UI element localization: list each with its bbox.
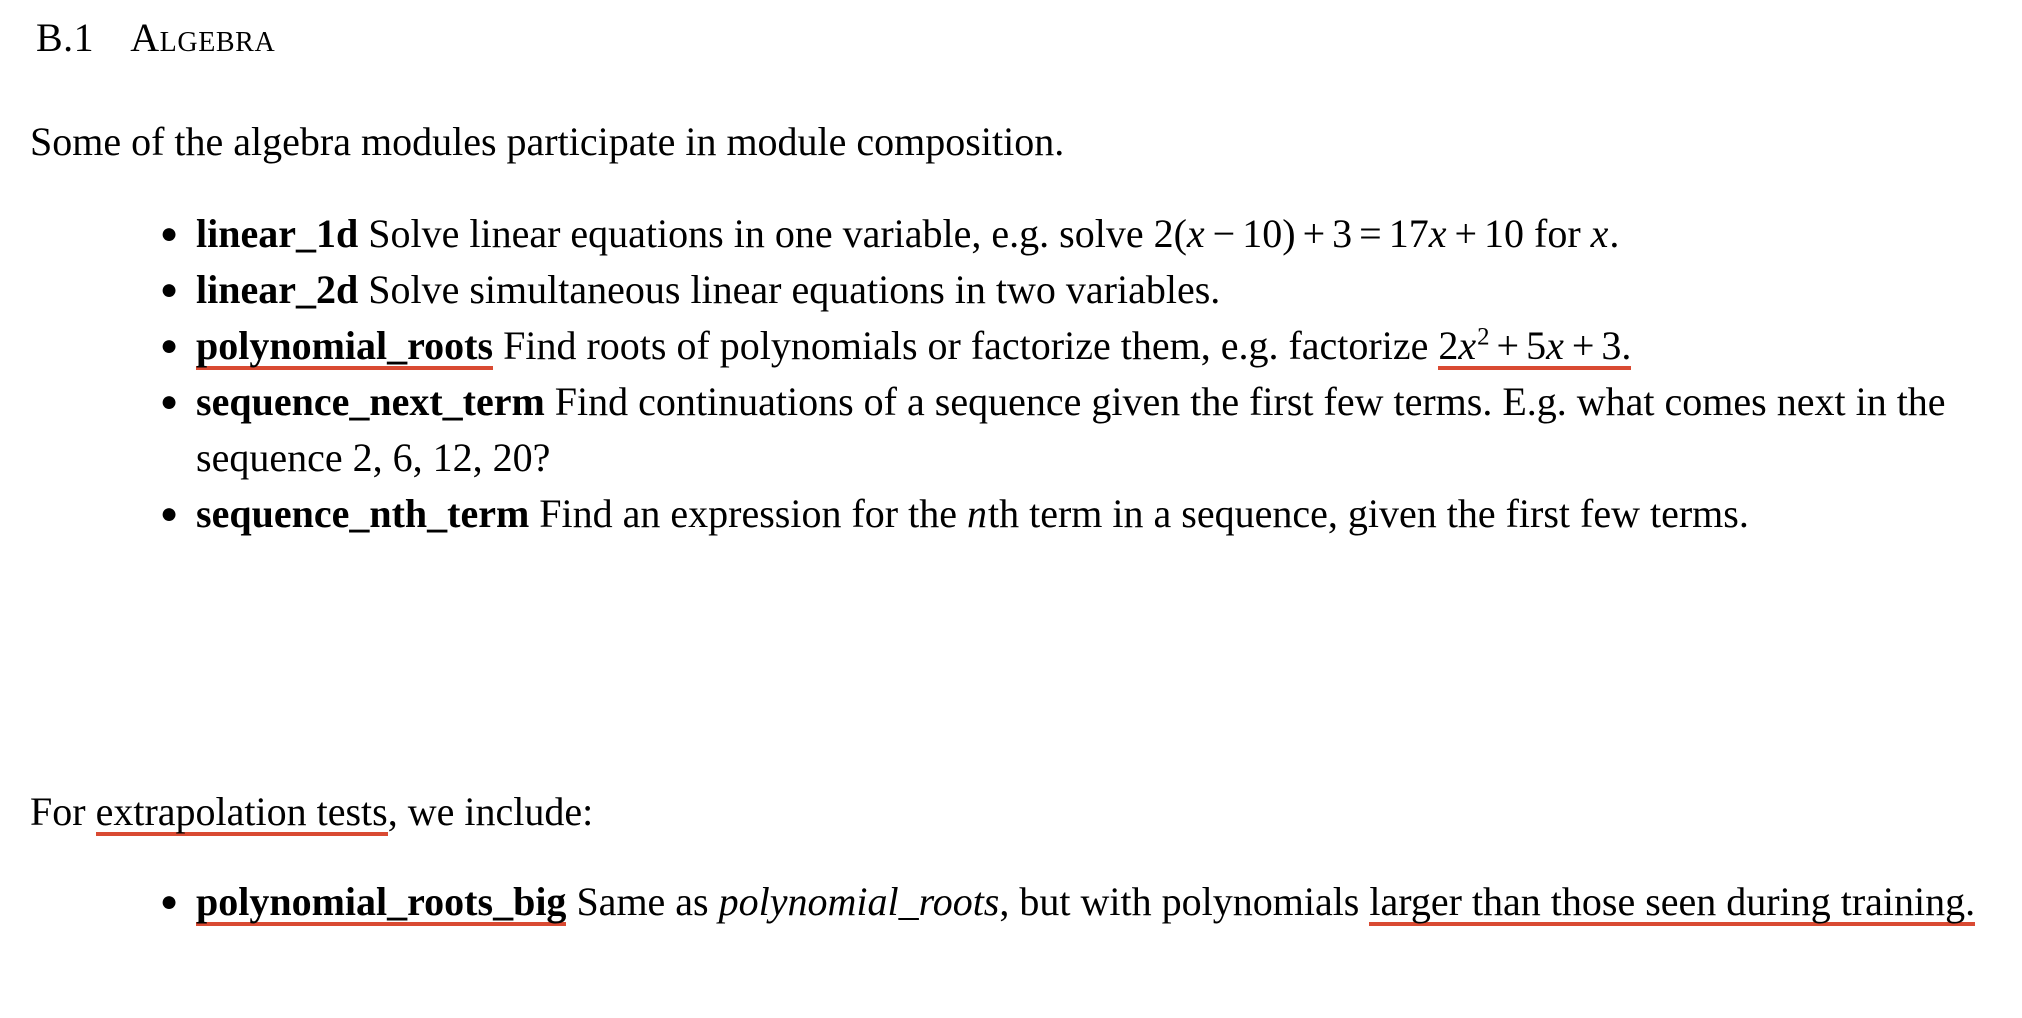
module-math-expression-token-7: 3 [1601, 323, 1622, 368]
extrapolation-module-list: ● polynomial_roots_big Same as polynomial… [0, 874, 1992, 930]
module-math-expression-token-0: 2 [1153, 211, 1174, 256]
extrapolation-suffix: , we include: [387, 789, 594, 834]
module-math-expression: n [967, 491, 988, 536]
module-name-sequence-nth-term: sequence_nth_term [196, 491, 530, 536]
list-item: ● sequence_next_term Find continuations o… [0, 374, 1992, 486]
module-reference: polynomial_roots [718, 879, 1000, 924]
bullet-dot-icon: ● [160, 217, 179, 250]
module-math-expression-token-0: 2, [352, 435, 383, 480]
list-item-body: polynomial_roots Find roots of polynomia… [196, 318, 1978, 374]
list-item: ● polynomial_roots_big Same as polynomial… [0, 874, 1992, 930]
module-description: Find an expression for the [529, 491, 967, 536]
list-item-body: polynomial_roots_big Same as polynomial_… [196, 874, 1978, 930]
list-item-body: sequence_next_term Find continuations of… [196, 374, 1978, 486]
module-math-expression-token-12: 10 [1484, 211, 1525, 256]
module-math-expression-token-4: 10 [1242, 211, 1283, 256]
module-math-expression-token-0: 2 [1438, 323, 1459, 368]
module-math-expression-token-6: + [1302, 211, 1326, 256]
bullet-dot-icon: ● [160, 497, 179, 530]
module-math-expression-token-6: + [1571, 323, 1595, 368]
module-math-expression-token-3: + [1496, 323, 1520, 368]
module-math-expression-token-3: 20? [492, 435, 551, 480]
module-trailing-math-token-1: . [1609, 211, 1620, 256]
list-item: ● polynomial_roots Find roots of polynomi… [0, 318, 1992, 374]
module-math-expression-token-4: 5 [1526, 323, 1547, 368]
bullet-dot-icon: ● [160, 273, 179, 306]
module-math-expression: 2(x −10) +3 = 17x +10 [1154, 211, 1524, 256]
extrapolation-paragraph: For extrapolation tests, we include: [30, 786, 593, 838]
module-name-polynomial-roots-big: polynomial_roots_big [196, 879, 567, 924]
list-item: ● sequence_nth_term Find an expression fo… [0, 486, 1992, 542]
module-math-expression-token-5: x [1546, 323, 1564, 368]
list-item-body: linear_2d Solve simultaneous linear equa… [196, 262, 1978, 318]
module-name-sequence-next-term: sequence_next_term [196, 379, 545, 424]
document-page: B.1 Algebra Some of the algebra modules p… [0, 0, 2022, 1018]
module-math-expression-token-7: 3 [1332, 211, 1353, 256]
module-math-expression-token-5: ) [1282, 211, 1296, 256]
module-description: Solve linear equations in one variable, … [358, 211, 1154, 256]
intro-paragraph: Some of the algebra modules participate … [30, 119, 1065, 164]
list-item-body: sequence_nth_term Find an expression for… [196, 486, 1978, 542]
module-description-tail: th term in a sequence, given the first f… [987, 491, 1749, 536]
module-math-expression-token-8: . [1621, 323, 1632, 368]
module-math-expression-token-11: + [1454, 211, 1478, 256]
algebra-module-list: ● linear_1d Solve linear equations in one… [0, 206, 1992, 542]
module-math-expression-token-3: − [1212, 211, 1236, 256]
module-math-expression: 2x2 +5x +3. [1438, 323, 1631, 370]
bullet-dot-icon: ● [160, 385, 179, 418]
module-description: Find roots of polynomials or factorize t… [493, 323, 1439, 368]
module-name-linear-2d: linear_2d [196, 267, 359, 312]
bullet-dot-icon: ● [160, 885, 179, 918]
list-item: ● linear_1d Solve linear equations in one… [0, 206, 1992, 262]
list-item-body: linear_1d Solve linear equations in one … [196, 206, 1978, 262]
module-description-tail: , but with polynomials [999, 879, 1370, 924]
section-number: B.1 [36, 15, 95, 60]
module-math-expression: 2, 6, 12, 20? [353, 435, 551, 480]
module-math-expression-token-2: 2 [1477, 323, 1490, 351]
bullet-dot-icon: ● [160, 329, 179, 362]
module-math-expression-token-2: x [1186, 211, 1205, 256]
list-item: ● linear_2d Solve simultaneous linear equ… [0, 262, 1992, 318]
extrapolation-prefix: For [30, 789, 96, 834]
module-description: Solve simultaneous linear equations in t… [358, 267, 1221, 312]
module-math-expression-token-1: 6, [392, 435, 423, 480]
module-name-polynomial-roots: polynomial_roots [196, 323, 494, 368]
section-heading: B.1 Algebra [36, 14, 275, 62]
module-name-linear-1d: linear_1d [196, 211, 359, 256]
extrapolation-highlight: extrapolation tests [95, 789, 388, 834]
module-trailing-math-token-0: x [1590, 211, 1609, 256]
module-math-expression-token-8: = [1359, 211, 1382, 256]
module-trailing-math: x. [1591, 211, 1620, 256]
module-math-expression-token-1: ( [1173, 211, 1187, 256]
module-math-expression-token-1: x [1458, 323, 1477, 368]
module-highlight: larger than those seen during training. [1369, 879, 1976, 924]
module-math-expression-token-10: x [1428, 211, 1447, 256]
section-title: Algebra [130, 15, 276, 60]
module-description-tail: for [1524, 211, 1591, 256]
module-math-expression-token-9: 17 [1388, 211, 1429, 256]
module-description: Same as [566, 879, 719, 924]
module-math-expression-token-2: 12, [432, 435, 483, 480]
module-math-expression-token-0: n [966, 491, 987, 536]
